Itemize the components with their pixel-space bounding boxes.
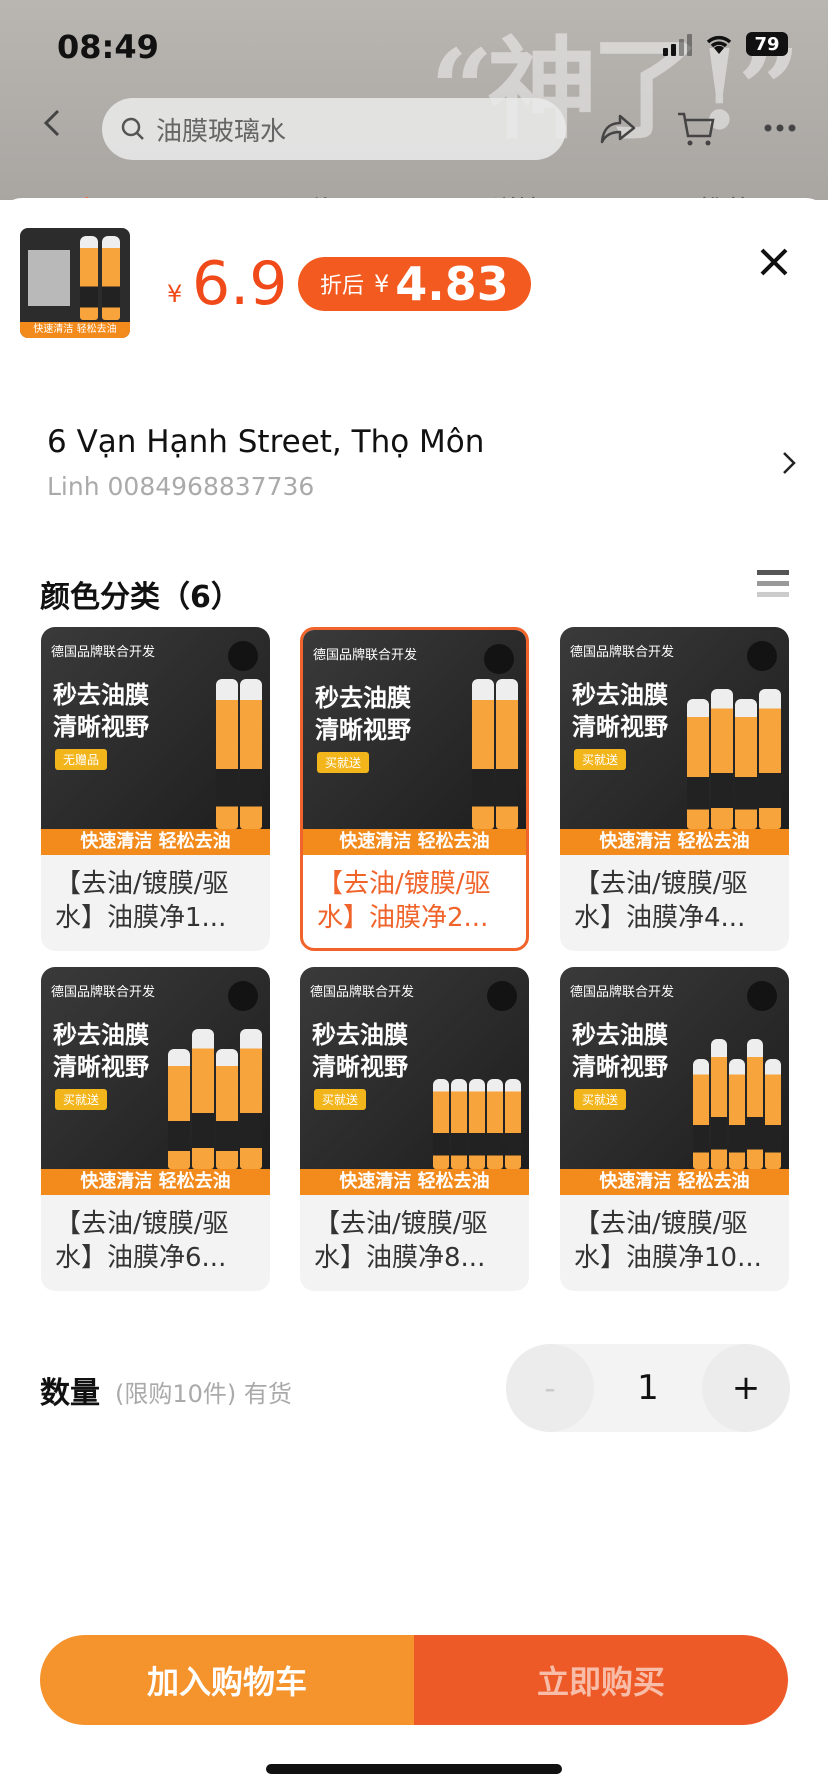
action-bar: 加入购物车 立即购买 [40, 1635, 788, 1725]
list-view-icon[interactable] [757, 568, 789, 600]
expand-icon[interactable] [228, 641, 258, 671]
decrement-button[interactable]: - [506, 1344, 594, 1432]
variant-strip: 快速清洁 轻松去油 [560, 829, 789, 855]
variant-strip: 快速清洁 轻松去油 [560, 1169, 789, 1195]
expand-icon[interactable] [484, 644, 514, 674]
variant-badge: 买就送 [314, 1089, 367, 1110]
add-to-cart-button[interactable]: 加入购物车 [40, 1635, 414, 1725]
variant-name: 【去油/镀膜/驱水】油膜净4... [574, 869, 748, 933]
status-time: 08:49 [57, 28, 159, 66]
chevron-right-icon[interactable] [778, 448, 800, 478]
variant-strip: 快速清洁 轻松去油 [41, 829, 270, 855]
thumb-bottles [80, 236, 120, 320]
variant-image-headline: 秒去油膜 清晰视野 [53, 681, 149, 741]
close-icon[interactable] [756, 244, 792, 280]
bottles-art [152, 647, 262, 829]
variant-name: 【去油/镀膜/驱水】油膜净10... [574, 1209, 762, 1273]
variant-image-header: 德国品牌联合开发 [570, 985, 675, 1000]
wifi-icon [706, 35, 732, 54]
variant-image: 德国品牌联合开发 秒去油膜 清晰视野 买就送 快速清洁 轻松去油 [303, 630, 526, 855]
thumb-label-art [28, 250, 70, 306]
variant-image-header: 德国品牌联合开发 [310, 985, 415, 1000]
address-title[interactable]: 6 Vạn Hạnh Street, Thọ Môn [47, 424, 484, 460]
bottles-art [671, 987, 781, 1169]
variant-name: 【去油/镀膜/驱水】油膜净1... [55, 869, 229, 933]
bottles-art [408, 650, 518, 829]
variant-badge: 买就送 [317, 752, 370, 773]
variant-badge: 买就送 [574, 749, 627, 770]
increment-button[interactable]: + [702, 1344, 790, 1432]
variant-image: 德国品牌联合开发 秒去油膜 清晰视野 买就送 快速清洁 轻松去油 [560, 967, 789, 1195]
variant-strip: 快速清洁 轻松去油 [41, 1169, 270, 1195]
bottles-art [671, 647, 781, 829]
variant-image: 德国品牌联合开发 秒去油膜 清晰视野 买就送 快速清洁 轻松去油 [560, 627, 789, 855]
battery-icon: 79 [746, 32, 788, 56]
share-icon[interactable] [598, 108, 638, 148]
variant-badge: 买就送 [574, 1089, 627, 1110]
variant-strip: 快速清洁 轻松去油 [303, 829, 526, 855]
quantity-value[interactable]: 1 [616, 1344, 680, 1432]
variant-card[interactable]: 德国品牌联合开发 秒去油膜 清晰视野 无赠品 快速清洁 轻松去油 【去油/镀膜/驱… [41, 627, 270, 951]
product-thumbnail[interactable]: 快速清洁 轻松去油 [20, 228, 130, 338]
price-currency: ¥ [167, 280, 183, 308]
variant-card[interactable]: 德国品牌联合开发 秒去油膜 清晰视野 买就送 快速清洁 轻松去油 【去油/镀膜/驱… [41, 967, 270, 1291]
discount-label: 折后 [320, 274, 365, 299]
thumb-caption: 快速清洁 轻松去油 [20, 322, 130, 338]
buy-now-button[interactable]: 立即购买 [414, 1635, 788, 1725]
variant-name: 【去油/镀膜/驱水】油膜净6... [55, 1209, 229, 1273]
back-icon[interactable] [38, 108, 68, 138]
variant-image-headline: 秒去油膜 清晰视野 [572, 1021, 668, 1081]
search-placeholder: 油膜玻璃水 [156, 116, 287, 147]
cellular-signal-icon [663, 32, 692, 56]
more-icon[interactable] [760, 108, 800, 148]
quantity-label: 数量 [40, 1376, 100, 1411]
address-contact[interactable]: Linh 0084968837736 [47, 472, 314, 501]
variant-card[interactable]: 德国品牌联合开发 秒去油膜 清晰视野 买就送 快速清洁 轻松去油 【去油/镀膜/驱… [560, 967, 789, 1291]
variant-image-header: 德国品牌联合开发 [51, 645, 156, 660]
cart-icon[interactable] [676, 108, 716, 148]
variant-card[interactable]: 德国品牌联合开发 秒去油膜 清晰视野 买就送 快速清洁 轻松去油 【去油/镀膜/驱… [300, 967, 529, 1291]
discount-price-badge: 折后 ¥ 4.83 [298, 257, 531, 311]
expand-icon[interactable] [747, 641, 777, 671]
price: 6.9 [192, 249, 288, 319]
variant-image-headline: 秒去油膜 清晰视野 [312, 1021, 408, 1081]
variant-image-header: 德国品牌联合开发 [313, 648, 418, 663]
status-icons: 79 [663, 32, 788, 56]
variant-badge: 无赠品 [55, 749, 108, 770]
bottles-art [152, 987, 262, 1169]
variant-image-header: 德国品牌联合开发 [570, 645, 675, 660]
variant-strip: 快速清洁 轻松去油 [300, 1169, 529, 1195]
variant-card[interactable]: 德国品牌联合开发 秒去油膜 清晰视野 买就送 快速清洁 轻松去油 【去油/镀膜/驱… [560, 627, 789, 951]
variant-image: 德国品牌联合开发 秒去油膜 清晰视野 买就送 快速清洁 轻松去油 [300, 967, 529, 1195]
expand-icon[interactable] [228, 981, 258, 1011]
bottles-art [411, 987, 521, 1169]
variant-name: 【去油/镀膜/驱水】油膜净2... [317, 869, 491, 933]
variant-image: 德国品牌联合开发 秒去油膜 清晰视野 买就送 快速清洁 轻松去油 [41, 967, 270, 1195]
variant-section-title: 颜色分类（6） [40, 580, 241, 615]
variant-image-headline: 秒去油膜 清晰视野 [53, 1021, 149, 1081]
quantity-stepper: - 1 + [506, 1344, 790, 1432]
variant-card-selected[interactable]: 德国品牌联合开发 秒去油膜 清晰视野 买就送 快速清洁 轻松去油 【去油/镀膜/驱… [300, 627, 529, 951]
discount-currency: ¥ [374, 270, 390, 298]
home-indicator [266, 1764, 562, 1774]
variant-image: 德国品牌联合开发 秒去油膜 清晰视野 无赠品 快速清洁 轻松去油 [41, 627, 270, 855]
quantity-note: (限购10件) 有货 [115, 1380, 292, 1408]
variant-image-headline: 秒去油膜 清晰视野 [572, 681, 668, 741]
variant-badge: 买就送 [55, 1089, 108, 1110]
search-bar[interactable]: 油膜玻璃水 [102, 98, 566, 160]
variant-name: 【去油/镀膜/驱水】油膜净8... [314, 1209, 488, 1273]
expand-icon[interactable] [747, 981, 777, 1011]
expand-icon[interactable] [487, 981, 517, 1011]
variant-image-header: 德国品牌联合开发 [51, 985, 156, 1000]
discount-price: 4.83 [395, 257, 509, 311]
variant-image-headline: 秒去油膜 清晰视野 [315, 684, 411, 744]
search-icon [121, 117, 144, 140]
